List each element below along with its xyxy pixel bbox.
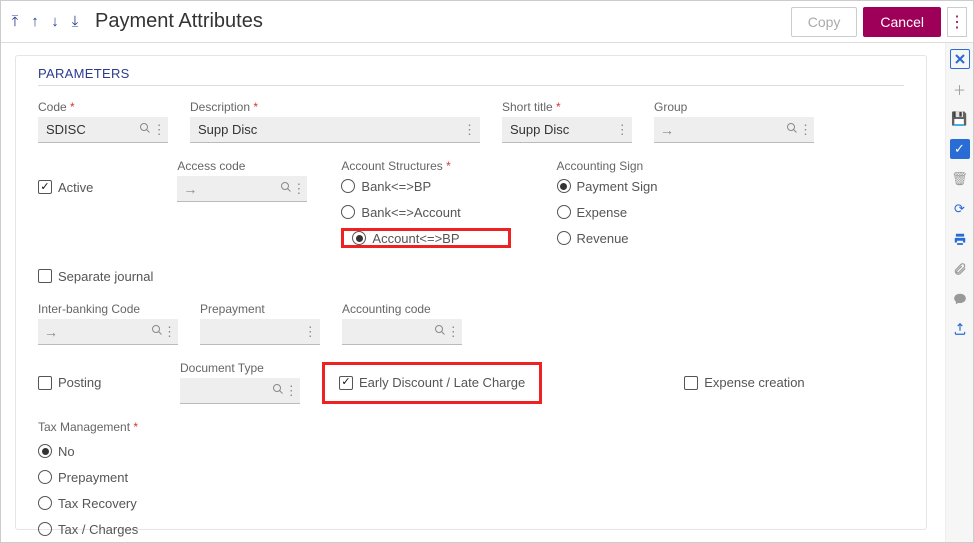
expense-creation-label: Expense creation <box>704 375 804 390</box>
search-icon[interactable] <box>151 324 163 339</box>
tax-no-radio[interactable] <box>38 444 52 458</box>
struct-bank-account-radio[interactable] <box>341 205 355 219</box>
cancel-button[interactable]: Cancel <box>863 7 941 37</box>
tax-option-label: Tax / Charges <box>58 522 138 537</box>
prepayment-input[interactable] <box>206 323 303 340</box>
access-code-input[interactable] <box>197 180 280 197</box>
sign-option-label: Expense <box>577 205 628 220</box>
page-title: Payment Attributes <box>95 10 263 33</box>
sign-option-label: Revenue <box>577 231 629 246</box>
add-icon[interactable]: ＋ <box>950 79 970 99</box>
access-code-label: Access code <box>177 159 307 173</box>
accounting-code-input[interactable] <box>348 323 433 340</box>
more-icon[interactable]: ⋮ <box>152 122 166 138</box>
short-title-input[interactable] <box>508 121 614 138</box>
print-icon[interactable] <box>950 229 970 249</box>
more-icon[interactable]: ⋮ <box>163 324 176 340</box>
sign-option-label: Payment Sign <box>577 179 658 194</box>
nav-first-icon[interactable]: ⤒ <box>7 14 23 30</box>
sign-expense-radio[interactable] <box>557 205 571 219</box>
tax-management-label: Tax Management <box>38 420 138 434</box>
sign-payment-radio[interactable] <box>557 179 571 193</box>
link-arrow-icon: → <box>660 122 674 138</box>
posting-checkbox[interactable] <box>38 376 52 390</box>
more-actions-button[interactable]: ⋮ <box>947 7 967 37</box>
tax-prepayment-radio[interactable] <box>38 470 52 484</box>
group-label: Group <box>654 100 814 114</box>
more-icon[interactable]: ⋮ <box>614 122 630 138</box>
tax-management-group: No Prepayment Tax Recovery Tax / Charges <box>38 441 138 539</box>
interbanking-code-label: Inter-banking Code <box>38 302 178 316</box>
posting-label: Posting <box>58 375 101 390</box>
code-label: Code <box>38 100 168 114</box>
accounting-code-label: Accounting code <box>342 302 462 316</box>
more-icon[interactable]: ⋮ <box>461 122 478 138</box>
search-icon[interactable] <box>271 383 285 398</box>
refresh-icon[interactable]: ⟳ <box>950 199 970 219</box>
tax-option-label: No <box>58 444 75 459</box>
delete-icon[interactable]: 🗑 <box>950 169 970 189</box>
struct-option-label: Account<=>BP <box>372 231 459 246</box>
more-icon[interactable]: ⋮ <box>799 122 812 138</box>
search-icon[interactable] <box>280 181 292 196</box>
struct-option-label: Bank<=>Account <box>361 205 460 220</box>
description-label: Description <box>190 100 480 114</box>
tax-recovery-radio[interactable] <box>38 496 52 510</box>
search-icon[interactable] <box>786 122 799 137</box>
separate-journal-checkbox[interactable] <box>38 269 52 283</box>
early-discount-checkbox[interactable] <box>339 376 353 390</box>
copy-button[interactable]: Copy <box>791 7 858 37</box>
confirm-icon[interactable]: ✓ <box>950 139 970 159</box>
group-input[interactable] <box>674 121 786 138</box>
save-icon[interactable]: 💾 <box>950 109 970 129</box>
search-icon[interactable] <box>138 122 152 137</box>
more-icon[interactable]: ⋮ <box>303 324 318 340</box>
expense-creation-checkbox[interactable] <box>684 376 698 390</box>
struct-option-label: Bank<=>BP <box>361 179 431 194</box>
nav-last-icon[interactable]: ⤓ <box>67 14 83 30</box>
active-label: Active <box>58 180 93 195</box>
interbanking-code-input[interactable] <box>58 323 151 340</box>
short-title-label: Short title <box>502 100 632 114</box>
struct-bank-bp-radio[interactable] <box>341 179 355 193</box>
separate-journal-label: Separate journal <box>58 269 153 284</box>
description-input[interactable] <box>196 121 461 138</box>
nav-next-icon[interactable]: ↓ <box>47 14 63 30</box>
search-icon[interactable] <box>433 324 447 339</box>
parameters-heading: PARAMETERS <box>38 66 904 86</box>
tax-option-label: Tax Recovery <box>58 496 137 511</box>
prepayment-label: Prepayment <box>200 302 320 316</box>
nav-prev-icon[interactable]: ↑ <box>27 14 43 30</box>
account-structures-group: Bank<=>BP Bank<=>Account Account<=>BP <box>341 176 510 248</box>
account-structures-label: Account Structures <box>341 159 510 173</box>
comment-icon[interactable] <box>950 289 970 309</box>
accounting-sign-group: Payment Sign Expense Revenue <box>557 176 658 248</box>
active-checkbox[interactable] <box>38 180 52 194</box>
accounting-sign-label: Accounting Sign <box>557 159 658 173</box>
more-icon[interactable]: ⋮ <box>292 181 305 197</box>
export-icon[interactable] <box>950 319 970 339</box>
tax-charges-radio[interactable] <box>38 522 52 536</box>
close-icon[interactable] <box>950 49 970 69</box>
sign-revenue-radio[interactable] <box>557 231 571 245</box>
code-input[interactable] <box>44 121 138 138</box>
attach-icon[interactable] <box>950 259 970 279</box>
document-type-input[interactable] <box>186 382 271 399</box>
link-arrow-icon: → <box>183 181 197 197</box>
tax-option-label: Prepayment <box>58 470 128 485</box>
link-arrow-icon: → <box>44 324 58 340</box>
more-icon[interactable]: ⋮ <box>285 383 299 399</box>
struct-account-bp-radio[interactable] <box>352 231 366 245</box>
document-type-label: Document Type <box>180 361 300 375</box>
early-discount-label: Early Discount / Late Charge <box>359 375 525 390</box>
more-icon[interactable]: ⋮ <box>447 324 461 340</box>
